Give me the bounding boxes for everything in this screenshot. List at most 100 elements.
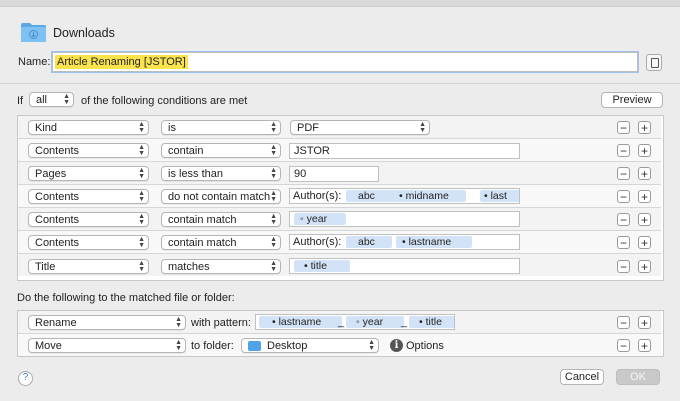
value-token-field[interactable]: Author(s): abc • lastname	[289, 234, 520, 250]
remove-condition-button[interactable]: −	[617, 260, 630, 273]
remove-condition-button[interactable]: −	[617, 190, 630, 203]
remove-condition-button[interactable]: −	[617, 213, 630, 226]
token[interactable]: ◦ year	[294, 213, 346, 225]
token-label: midname	[405, 190, 449, 202]
remove-action-button[interactable]: −	[617, 316, 630, 329]
name-field-menu-button[interactable]	[646, 54, 662, 71]
token-label: title	[310, 260, 327, 272]
separator-char: _	[338, 316, 345, 328]
info-icon[interactable]: i	[390, 339, 403, 352]
operator-popup[interactable]: contain ▲ ▼	[161, 143, 281, 158]
token[interactable]: • title	[294, 260, 350, 272]
add-condition-button[interactable]: +	[638, 236, 651, 249]
ok-button[interactable]: OK	[616, 369, 660, 385]
token-label: title	[425, 316, 442, 328]
remove-condition-button[interactable]: −	[617, 167, 630, 180]
attribute-value: Pages	[35, 168, 67, 180]
action-value: Rename	[35, 317, 77, 329]
pattern-token-field[interactable]: • lastname _ ◦ year _ • title	[255, 314, 455, 330]
token[interactable]: • title	[409, 316, 454, 328]
value-token-field[interactable]: ◦ year	[289, 211, 520, 227]
operator-popup[interactable]: is ▲ ▼	[161, 120, 281, 135]
token-label: lastname	[408, 236, 452, 248]
chevron-updown-icon: ▲ ▼	[138, 190, 145, 203]
chevron-updown-icon: ▲ ▼	[270, 190, 277, 203]
condition-row: Title ▲ ▼ matches ▲ ▼ • title − +	[18, 254, 661, 276]
token[interactable]: abc	[346, 236, 392, 248]
attribute-value: Title	[35, 261, 56, 273]
operator-popup[interactable]: matches ▲ ▼	[161, 259, 281, 274]
value-token-field[interactable]: • title	[289, 258, 520, 274]
action-popup[interactable]: Rename ▲ ▼	[28, 315, 186, 330]
folder-label: to folder:	[191, 340, 234, 352]
operator-popup[interactable]: contain match ▲ ▼	[161, 235, 281, 250]
chevron-updown-icon: ▲ ▼	[175, 316, 182, 329]
add-action-button[interactable]: +	[638, 339, 651, 352]
options-button[interactable]: Options	[406, 340, 444, 352]
action-row: Move ▲ ▼ to folder: Desktop ▲ ▼ i Options −…	[18, 334, 661, 356]
action-popup[interactable]: Move ▲ ▼	[28, 338, 186, 353]
attribute-popup[interactable]: Contents ▲ ▼	[28, 143, 149, 158]
operator-popup[interactable]: is less than ▲ ▼	[161, 166, 281, 181]
operator-popup[interactable]: contain match ▲ ▼	[161, 212, 281, 227]
separator-char: _	[401, 316, 408, 328]
window-top-strip	[0, 0, 680, 7]
add-condition-button[interactable]: +	[638, 190, 651, 203]
chevron-updown-icon: ▲ ▼	[138, 236, 145, 249]
value-text-field[interactable]: JSTOR	[289, 143, 520, 159]
token-label: last	[490, 190, 507, 202]
pattern-label: with pattern:	[191, 317, 251, 329]
add-condition-button[interactable]: +	[638, 167, 651, 180]
value-text: PDF	[297, 122, 319, 134]
add-action-button[interactable]: +	[638, 316, 651, 329]
condition-row: Pages ▲ ▼ is less than ▲ ▼ 90 − +	[18, 162, 661, 185]
chevron-updown-icon: ▲ ▼	[175, 339, 182, 352]
token[interactable]: abc	[346, 190, 396, 202]
help-button[interactable]: ?	[18, 371, 33, 386]
chevron-updown-icon: ▲ ▼	[138, 167, 145, 180]
chevron-updown-icon: ▲ ▼	[270, 213, 277, 226]
attribute-value: Kind	[35, 122, 58, 134]
attribute-popup[interactable]: Title ▲ ▼	[28, 259, 149, 274]
operator-popup[interactable]: do not contain match ▲ ▼	[161, 189, 281, 204]
chevron-updown-icon: ▲ ▼	[270, 260, 277, 273]
token[interactable]: • lastname	[259, 316, 342, 328]
chevron-updown-icon: ▲ ▼	[419, 121, 426, 134]
token[interactable]: • last	[480, 190, 519, 202]
attribute-popup[interactable]: Contents ▲ ▼	[28, 189, 149, 204]
value-text-field[interactable]: 90	[289, 166, 379, 182]
remove-condition-button[interactable]: −	[617, 236, 630, 249]
rule-name-value[interactable]: Article Renaming [JSTOR]	[55, 55, 188, 69]
cancel-button[interactable]: Cancel	[560, 369, 604, 385]
token[interactable]: • midname	[395, 190, 466, 202]
value-popup[interactable]: PDF ▲ ▼	[290, 120, 430, 135]
match-mode-popup[interactable]: all ▲ ▼	[29, 92, 74, 107]
if-label: If	[17, 95, 24, 107]
condition-row: Kind ▲ ▼ is ▲ ▼ PDF ▲ ▼ − +	[18, 116, 661, 139]
token-label: year	[362, 316, 384, 328]
add-condition-button[interactable]: +	[638, 144, 651, 157]
operator-value: contain match	[168, 214, 237, 226]
remove-condition-button[interactable]: −	[617, 121, 630, 134]
chevron-updown-icon: ▲ ▼	[63, 93, 70, 106]
attribute-value: Contents	[35, 191, 80, 203]
actions-heading: Do the following to the matched file or …	[17, 292, 235, 304]
folder-icon	[21, 23, 46, 42]
add-condition-button[interactable]: +	[638, 213, 651, 226]
token[interactable]: • lastname	[396, 236, 472, 248]
remove-condition-button[interactable]: −	[617, 144, 630, 157]
remove-action-button[interactable]: −	[617, 339, 630, 352]
attribute-popup[interactable]: Contents ▲ ▼	[28, 235, 149, 250]
attribute-value: Contents	[35, 214, 80, 226]
attribute-popup[interactable]: Kind ▲ ▼	[28, 120, 149, 135]
preview-button[interactable]: Preview	[601, 92, 663, 108]
chevron-updown-icon: ▲ ▼	[368, 339, 375, 352]
attribute-popup[interactable]: Pages ▲ ▼	[28, 166, 149, 181]
add-condition-button[interactable]: +	[638, 260, 651, 273]
token[interactable]: ◦ year	[346, 316, 404, 328]
folder-popup[interactable]: Desktop ▲ ▼	[241, 338, 379, 353]
add-condition-button[interactable]: +	[638, 121, 651, 134]
attribute-popup[interactable]: Contents ▲ ▼	[28, 212, 149, 227]
token-prefix: Author(s):	[293, 190, 342, 202]
value-token-field[interactable]: Author(s): abc • midname • last	[289, 188, 520, 204]
